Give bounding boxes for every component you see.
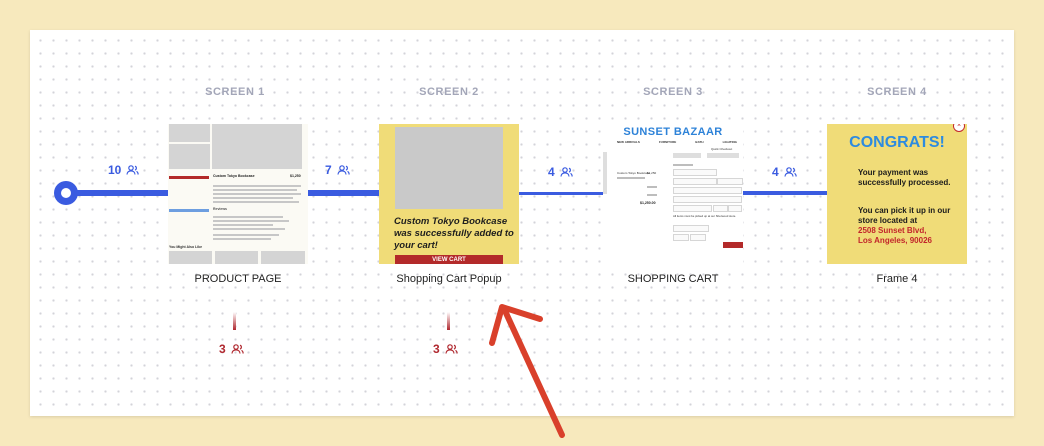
product-title: Custom Tokyo Bookcase [213, 174, 255, 178]
flow-line-1-2 [306, 190, 380, 196]
text-line [213, 234, 279, 236]
quick-checkout-label: Quick Checkout [711, 147, 733, 151]
product-image [395, 127, 503, 209]
cart-item-name: Custom Tokyo Bookcase [617, 171, 650, 175]
close-icon[interactable]: × [953, 124, 965, 132]
product-image [169, 144, 210, 169]
pickup-message: You can pick it up in our store located … [858, 206, 951, 225]
text-line [213, 228, 285, 230]
congrats-heading: CONGRATS! [849, 134, 945, 151]
flow-count-2-3: 4 [548, 165, 573, 179]
paypal-button[interactable] [673, 153, 701, 158]
users-icon [784, 167, 797, 177]
flow-count-3-4-value: 4 [772, 165, 779, 179]
screen-1-heading: SCREEN 1 [205, 86, 265, 98]
dropoff-count-2-value: 3 [433, 342, 440, 356]
text-line [647, 194, 657, 196]
form-field[interactable] [728, 205, 742, 212]
store-address: 2508 Sunset Blvd, Los Angeles, 90026 [858, 226, 932, 245]
form-field[interactable] [673, 187, 742, 194]
shopping-cart-frame[interactable]: SUNSET BAZAAR NEW ARRIVALS FURNITURE BAT… [603, 124, 743, 264]
nav-item[interactable]: BATH [695, 140, 703, 144]
users-icon [445, 344, 458, 354]
related-product-image[interactable] [169, 251, 212, 264]
users-icon [337, 165, 350, 175]
text-line [617, 177, 645, 179]
form-field[interactable] [717, 178, 743, 185]
view-details-button[interactable] [169, 209, 209, 212]
text-line [213, 201, 299, 203]
form-field[interactable] [673, 234, 689, 241]
reviews-label: Reviews [213, 207, 228, 211]
cart-nav: NEW ARRIVALS FURNITURE BATH LIGHTING [617, 140, 737, 144]
form-field[interactable] [713, 205, 728, 212]
form-field[interactable] [673, 178, 717, 185]
product-price: $1,250 [290, 174, 301, 178]
form-field[interactable] [673, 196, 742, 203]
text-line [647, 186, 657, 188]
flow-count-1-2: 7 [325, 163, 350, 177]
screen-3-heading: SCREEN 3 [643, 86, 703, 98]
text-line [213, 193, 301, 195]
text-line [213, 185, 301, 187]
product-thumb [603, 152, 607, 194]
screen-2-heading: SCREEN 2 [419, 86, 479, 98]
text-line [213, 224, 273, 226]
users-icon [231, 344, 244, 354]
flow-line-3-4 [742, 191, 828, 195]
users-icon [560, 167, 573, 177]
users-icon [126, 165, 140, 175]
pickup-note: All items must be picked up at our Sherw… [673, 214, 737, 218]
nav-item[interactable]: LIGHTING [723, 140, 737, 144]
nav-item[interactable]: FURNITURE [659, 140, 676, 144]
view-cart-button[interactable]: VIEW CART [395, 255, 503, 264]
frame-name-3: SHOPPING CART [627, 273, 719, 285]
screen-4-heading: SCREEN 4 [867, 86, 927, 98]
dropoff-count-1: 3 [219, 342, 244, 356]
dropoff-line-1 [233, 312, 236, 330]
text-line [213, 220, 289, 222]
text-line [213, 197, 293, 199]
text-line [673, 164, 693, 166]
payment-message: Your payment was successfully processed. [858, 168, 951, 187]
form-field[interactable] [673, 169, 717, 176]
related-product-image[interactable] [215, 251, 258, 264]
cart-item-price: $1,250 [647, 171, 657, 175]
apple-pay-button[interactable] [707, 153, 739, 158]
dropoff-line-2 [447, 312, 450, 330]
frame-name-2: Shopping Cart Popup [396, 273, 502, 285]
text-line [213, 238, 271, 240]
checkout-button[interactable] [723, 242, 743, 248]
flow-line-start [66, 190, 168, 196]
form-field[interactable] [673, 205, 712, 212]
text-line [213, 216, 283, 218]
flow-count-1-2-value: 7 [325, 163, 332, 177]
brand-logo: SUNSET BAZAAR [623, 126, 723, 138]
cart-popup-frame[interactable]: Custom Tokyo Bookcase was successfully a… [379, 124, 519, 264]
form-field[interactable] [673, 225, 709, 232]
flow-count-start: 10 [108, 163, 140, 177]
flow-line-2-3 [518, 192, 604, 195]
annotation-arrow [489, 304, 565, 438]
flow-count-3-4: 4 [772, 165, 797, 179]
product-image [169, 124, 210, 142]
popup-message: Custom Tokyo Bookcase was successfully a… [394, 216, 514, 251]
product-image [212, 124, 302, 169]
frame-name-1: PRODUCT PAGE [194, 273, 282, 285]
dropoff-count-1-value: 3 [219, 342, 226, 356]
dropoff-count-2: 3 [433, 342, 458, 356]
add-to-cart-button[interactable] [169, 176, 209, 179]
nav-item[interactable]: NEW ARRIVALS [617, 140, 640, 144]
also-like-label: You Might Also Like [169, 245, 203, 249]
flow-count-start-value: 10 [108, 163, 122, 177]
flow-count-2-3-value: 4 [548, 165, 555, 179]
start-node-icon[interactable] [52, 179, 80, 207]
cart-total: $1,250.00 [640, 201, 656, 205]
frame-name-4: Frame 4 [876, 273, 918, 285]
related-product-image[interactable] [261, 251, 305, 264]
form-field[interactable] [690, 234, 706, 241]
text-line [213, 189, 297, 191]
congrats-frame[interactable]: × CONGRATS! Your payment was successfull… [827, 124, 967, 264]
product-page-frame[interactable]: Custom Tokyo Bookcase $1,250 Reviews You… [168, 124, 308, 264]
